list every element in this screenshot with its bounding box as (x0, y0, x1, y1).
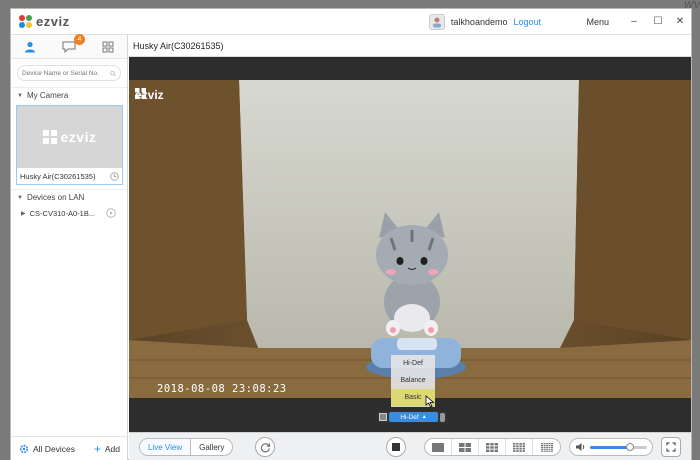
bottom-toolbar: Live View Gallery (129, 432, 691, 460)
gear-icon (19, 444, 29, 453)
volume-fill (590, 445, 630, 449)
ezviz-logo-icon (42, 130, 57, 144)
sidebar: 4 ▼ My Camera (11, 33, 128, 460)
microphone-icon[interactable] (440, 412, 445, 422)
stop-button[interactable] (386, 437, 406, 457)
corner-watermark: WV (683, 0, 700, 11)
lan-group[interactable]: ▼ Devices on LAN (11, 189, 127, 205)
username: talkhoandemo (450, 17, 508, 27)
sidebar-footer: All Devices + Add (11, 436, 128, 460)
quality-selector[interactable]: Hi-Def ▲ (389, 412, 438, 422)
main-panel: Husky Air(C30261535) ezviz 2018-08-08 23… (129, 35, 691, 460)
all-devices-button[interactable]: All Devices (19, 444, 75, 454)
layout-sixteen-icon (513, 442, 525, 452)
camera-thumbnail[interactable]: ezviz (17, 106, 122, 168)
my-camera-group[interactable]: ▼ My Camera (11, 87, 127, 103)
thumbnail-logo-text: ezviz (60, 129, 97, 145)
tab-live-view[interactable]: Live View (140, 439, 192, 455)
add-label: Add (104, 443, 120, 454)
camera-card[interactable]: ezviz Husky Air(C30261535) (16, 105, 123, 185)
ezviz-logo-icon (135, 88, 146, 99)
layout-nine-icon (486, 442, 498, 452)
layout-5x5-button[interactable] (533, 439, 560, 455)
camera-name-row: Husky Air(C30261535) (17, 168, 122, 185)
selected-quality: Hi-Def (400, 413, 419, 421)
avatar[interactable] (428, 14, 445, 30)
camera-name: Husky Air(C30261535) (20, 172, 96, 181)
my-camera-label: My Camera (26, 91, 69, 100)
grid-icon (102, 41, 114, 52)
volume-slider[interactable] (590, 442, 647, 451)
avatar-icon (432, 17, 441, 28)
video-timestamp: 2018-08-08 23:08:23 (157, 383, 287, 395)
menu-button[interactable]: Menu (586, 17, 609, 27)
mouse-cursor-icon (425, 395, 435, 408)
layout-3x3-button[interactable] (479, 439, 506, 455)
quality-option-balance[interactable]: Balance (391, 372, 435, 389)
layout-switcher (424, 438, 561, 456)
caret-right-icon: ▶ (21, 210, 26, 217)
tab-grid[interactable] (98, 38, 118, 56)
message-badge: 4 (73, 33, 85, 45)
plus-icon: + (93, 441, 101, 456)
layout-twentyfive-icon (540, 442, 553, 452)
fullscreen-icon (666, 442, 676, 452)
app-window: ezviz talkhoandemo Logout Menu – ☐ ✕ 4 D… (10, 8, 692, 460)
history-icon[interactable] (110, 172, 119, 181)
camera-title-bar: Husky Air(C30261535) (129, 35, 691, 57)
caret-up-icon: ▲ (421, 414, 427, 420)
user-area: talkhoandemo Logout (428, 14, 541, 30)
search-box (17, 65, 121, 81)
fullscreen-button[interactable] (661, 437, 681, 457)
snapshot-icon[interactable] (379, 413, 387, 421)
volume-control (569, 438, 653, 456)
app-logo-text: ezviz (36, 14, 70, 29)
maximize-icon[interactable]: ☐ (651, 15, 665, 29)
video-osd-logo: ezviz (135, 88, 164, 102)
view-mode-switch: Live View Gallery (139, 438, 234, 456)
stop-icon (392, 443, 400, 451)
layout-1x1-button[interactable] (425, 439, 452, 455)
volume-knob[interactable] (625, 442, 634, 451)
title-bar: ezviz talkhoandemo Logout Menu – ☐ ✕ (11, 9, 691, 35)
play-icon[interactable] (106, 208, 116, 218)
page-title: Husky Air(C30261535) (133, 40, 224, 51)
layout-2x2-button[interactable] (452, 439, 479, 455)
list-item[interactable]: ▶ CS-CV310-A0-1B... (11, 205, 127, 221)
refresh-icon (260, 442, 270, 452)
caret-down-icon: ▼ (17, 92, 23, 99)
minimize-icon[interactable]: – (627, 15, 641, 29)
tab-messages[interactable]: 4 (59, 33, 85, 56)
search-icon[interactable] (110, 69, 116, 78)
all-devices-label: All Devices (33, 443, 76, 454)
live-video[interactable]: ezviz 2018-08-08 23:08:23 (129, 80, 691, 398)
video-controls: Hi-Def ▲ (377, 411, 447, 423)
sidebar-tabs: 4 (11, 33, 127, 59)
person-icon (25, 41, 36, 52)
tab-devices[interactable] (20, 38, 40, 56)
lan-device-name: CS-CV310-A0-1B... (29, 208, 96, 218)
caret-down-icon: ▼ (17, 194, 23, 201)
device-search-input[interactable] (22, 69, 110, 77)
quality-option-hidef[interactable]: Hi-Def (391, 355, 435, 372)
ezviz-logo-icon (19, 14, 33, 29)
app-logo: ezviz (19, 14, 70, 29)
layout-four-icon (459, 442, 471, 452)
add-device-button[interactable]: + Add (93, 441, 120, 456)
lan-group-label: Devices on LAN (26, 193, 85, 202)
close-icon[interactable]: ✕ (673, 15, 687, 29)
layout-4x4-button[interactable] (506, 439, 533, 455)
logout-link[interactable]: Logout (513, 17, 541, 27)
layout-single-icon (432, 442, 444, 452)
refresh-button[interactable] (255, 437, 275, 457)
speaker-icon[interactable] (575, 442, 586, 452)
video-frame (129, 80, 691, 398)
tab-gallery[interactable]: Gallery (191, 439, 232, 455)
